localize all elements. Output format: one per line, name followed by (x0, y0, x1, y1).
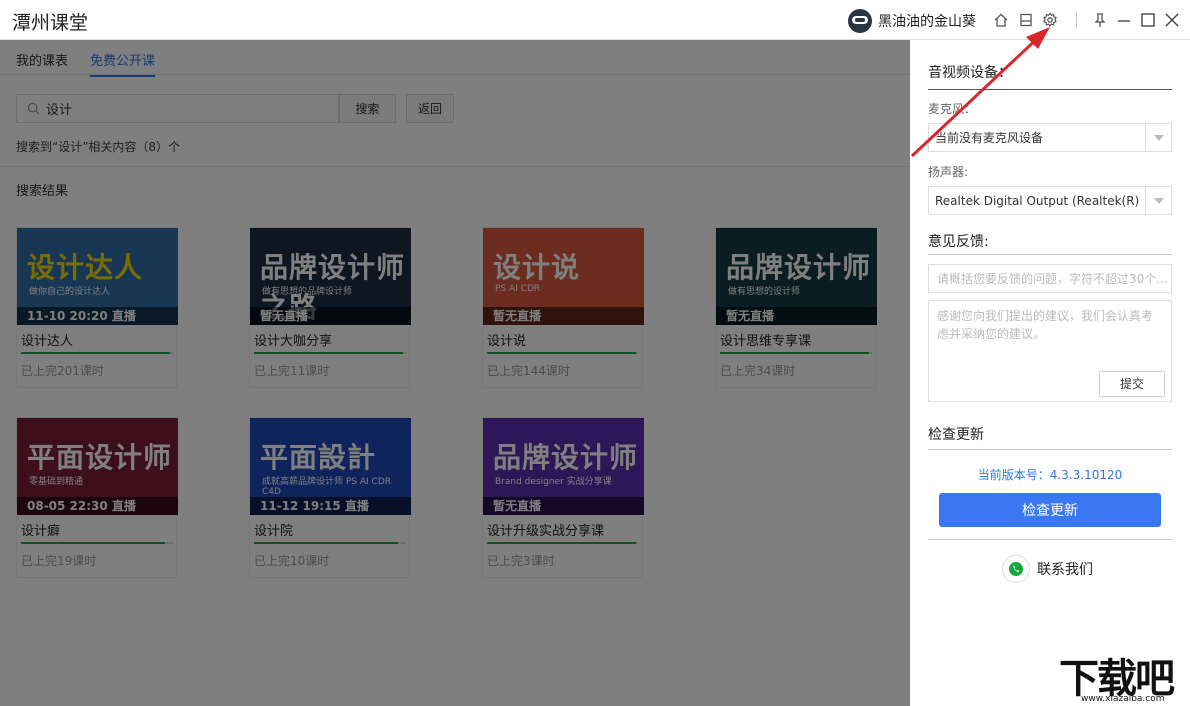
check-update-button[interactable]: 检查更新 (939, 493, 1161, 527)
home-icon[interactable] (991, 10, 1011, 30)
mic-label: 麦克风： (928, 102, 977, 116)
title-bar: 潭州课堂 黑油油的金山葵 (0, 0, 1190, 40)
speaker-value: Realtek Digital Output (Realtek(R) Au (935, 193, 1143, 208)
minimize-icon[interactable] (1114, 10, 1134, 30)
user-profile[interactable]: 黑油油的金山葵 (848, 9, 976, 33)
feedback-subject-input[interactable]: 请概括您要反馈的问题，字符不超过30个... (928, 264, 1172, 293)
maximize-icon[interactable] (1138, 10, 1158, 30)
section-divider (928, 539, 1172, 540)
submit-button[interactable]: 提交 (1099, 371, 1165, 397)
modal-overlay[interactable] (0, 40, 910, 706)
feedback-textarea[interactable]: 感谢您向我们提出的建议，我们会认真考虑并采纳您的建议。 提交 (928, 300, 1172, 402)
username[interactable]: 黑油油的金山葵 (878, 11, 976, 31)
contact-us-label[interactable]: 联系我们 (1037, 559, 1093, 579)
title-separator (1076, 12, 1077, 28)
section-divider (928, 449, 1172, 450)
mic-value: 当前没有麦克风设备 (935, 131, 1044, 145)
watermark-logo: 下载吧 www.xiazaiba.com (1053, 646, 1189, 704)
settings-panel: 音视频设备： 麦克风： 当前没有麦克风设备 扬声器: Realtek Digit… (910, 40, 1190, 706)
avatar[interactable] (848, 9, 872, 33)
av-device-title: 音视频设备： (928, 65, 1012, 81)
version-text: 当前版本号：4.3.3.10120 (977, 468, 1123, 482)
update-title: 检查更新 (928, 427, 984, 443)
section-divider (928, 89, 1172, 90)
speaker-label: 扬声器: (928, 165, 969, 179)
contact-us-link[interactable]: 联系我们 (1002, 555, 1093, 583)
chevron-down-icon[interactable] (1145, 124, 1171, 151)
section-divider (928, 254, 1172, 255)
gear-icon[interactable] (1040, 10, 1060, 30)
pin-icon[interactable] (1090, 10, 1110, 30)
chevron-down-icon[interactable] (1145, 187, 1171, 214)
close-icon[interactable] (1162, 10, 1182, 30)
mic-select[interactable]: 当前没有麦克风设备 (928, 123, 1172, 152)
watermark-url: www.xiazaiba.com (1081, 694, 1165, 704)
save-icon[interactable] (1016, 10, 1036, 30)
main-content: 我的课表 免费公开课 设计 搜索 返回 搜索到“设计”相关内容（8）个 搜索结果… (0, 40, 910, 706)
speaker-select[interactable]: Realtek Digital Output (Realtek(R) Au (928, 186, 1172, 215)
phone-icon (1002, 555, 1030, 583)
feedback-title: 意见反馈: (928, 234, 989, 250)
feedback-textarea-placeholder: 感谢您向我们提出的建议，我们会认真考虑并采纳您的建议。 (937, 309, 1154, 341)
app-title: 潭州课堂 (12, 12, 89, 34)
